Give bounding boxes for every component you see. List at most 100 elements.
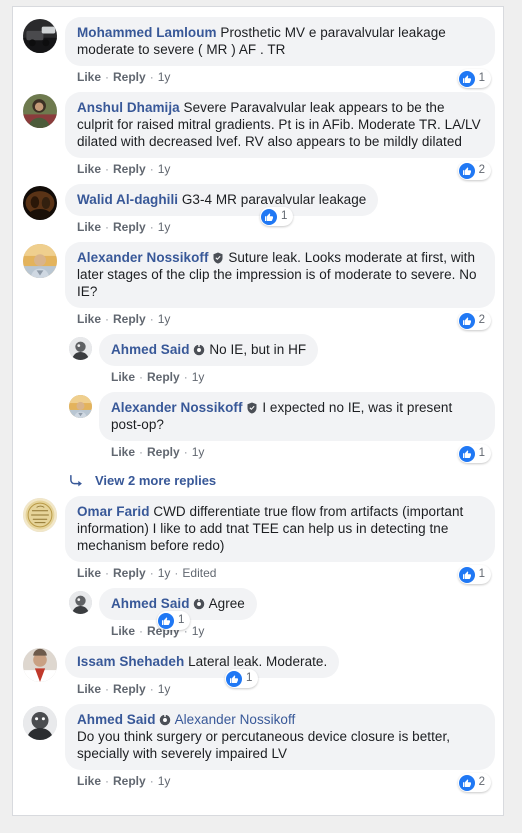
like-count-badge[interactable]: 2	[457, 311, 491, 330]
comment-author-link[interactable]: Ahmed Said	[111, 342, 190, 357]
comment-author-link[interactable]: Walid Al-daghili	[77, 192, 178, 207]
like-button[interactable]: Like	[77, 566, 101, 580]
comment-bubble: Issam Shehadeh Lateral leak. Moderate.	[65, 646, 340, 678]
action-separator: ·	[149, 220, 154, 234]
thumbs-up-icon	[458, 312, 475, 329]
reply-button[interactable]: Reply	[113, 220, 146, 234]
like-count-badge[interactable]: 1	[225, 669, 259, 688]
action-separator: ·	[149, 774, 154, 788]
action-separator: ·	[139, 624, 144, 638]
comment-timestamp[interactable]: 1y	[158, 774, 171, 788]
comment-timestamp[interactable]: 1y	[158, 70, 171, 84]
reply-button[interactable]: Reply	[113, 70, 146, 84]
comment-author-link[interactable]: Mohammed Lamloum	[77, 25, 217, 40]
like-button[interactable]: Like	[111, 370, 135, 384]
comment-mention-link[interactable]: Alexander Nossikoff	[175, 712, 296, 727]
ring-badge-icon	[193, 344, 205, 356]
ring-badge-icon	[159, 714, 171, 726]
like-count-badge[interactable]: 1	[457, 565, 491, 584]
comment-author-link[interactable]: Omar Farid	[77, 504, 150, 519]
comment-author-link[interactable]: Alexander Nossikoff	[77, 250, 209, 265]
reply-button[interactable]: Reply	[113, 162, 146, 176]
comment-author-link[interactable]: Issam Shehadeh	[77, 654, 184, 669]
like-button[interactable]: Like	[77, 312, 101, 326]
avatar[interactable]	[23, 244, 57, 278]
comment-c6: Alexander Nossikoff I expected no IE, wa…	[69, 392, 495, 465]
like-button[interactable]: Like	[77, 162, 101, 176]
comment-actions: Like · Reply · 1y	[65, 158, 495, 182]
action-separator: ·	[149, 682, 154, 696]
like-count-badge[interactable]: 2	[457, 161, 491, 180]
comment-timestamp[interactable]: 1y	[192, 445, 205, 459]
avatar[interactable]	[69, 337, 92, 360]
avatar[interactable]	[23, 648, 57, 682]
action-separator: ·	[183, 445, 188, 459]
like-count: 1	[246, 671, 253, 684]
view-more-replies[interactable]: View 2 more replies	[69, 467, 495, 496]
comment-timestamp[interactable]: 1y	[158, 162, 171, 176]
avatar[interactable]	[69, 395, 92, 418]
comment-author-link[interactable]: Ahmed Said	[77, 712, 156, 727]
comment-c8: Ahmed Said Agree Like · Reply · 1y 1	[69, 588, 495, 644]
comment-author-link[interactable]: Anshul Dhamija	[77, 100, 180, 115]
reply-button[interactable]: Reply	[113, 682, 146, 696]
thumbs-up-icon	[226, 670, 242, 687]
like-button[interactable]: Like	[111, 445, 135, 459]
comment-c4: Alexander Nossikoff Suture leak. Looks m…	[23, 242, 495, 332]
thumbs-up-icon	[261, 208, 277, 225]
comment-text: Alexander Nossikoff I expected no IE, wa…	[111, 400, 452, 432]
avatar[interactable]	[23, 19, 57, 53]
comment-timestamp[interactable]: 1y	[158, 682, 171, 696]
like-count: 2	[478, 163, 485, 176]
comment-list: Mohammed Lamloum Prosthetic MV e paraval…	[13, 7, 503, 804]
comment-timestamp[interactable]: 1y	[192, 370, 205, 384]
like-count-badge[interactable]: 1	[260, 207, 294, 226]
comment-c2: Anshul Dhamija Severe Paravalvular leak …	[23, 92, 495, 182]
like-count-badge[interactable]: 1	[157, 611, 191, 630]
thumbs-up-icon	[458, 70, 475, 87]
avatar[interactable]	[23, 186, 57, 220]
comment-actions: Like · Reply · 1y	[99, 366, 495, 390]
like-count-badge[interactable]: 1	[457, 69, 491, 88]
comment-timestamp[interactable]: 1y	[158, 220, 171, 234]
comment-body: Issam Shehadeh Lateral leak. Moderate. Li…	[65, 646, 495, 702]
comment-timestamp[interactable]: 1y	[158, 566, 171, 580]
reply-button[interactable]: Reply	[147, 445, 180, 459]
reply-button[interactable]: Reply	[113, 774, 146, 788]
like-count: 1	[478, 567, 485, 580]
like-count: 1	[478, 71, 485, 84]
action-separator: ·	[105, 566, 110, 580]
comment-text: Alexander Nossikoff Suture leak. Looks m…	[77, 250, 477, 299]
comment-text: Ahmed Said Alexander Nossikoff Do you thi…	[77, 712, 450, 761]
like-count-badge[interactable]: 1	[457, 444, 491, 463]
reply-button[interactable]: Reply	[113, 566, 146, 580]
comment-bubble: Ahmed Said Alexander Nossikoff Do you thi…	[65, 704, 495, 770]
avatar[interactable]	[23, 94, 57, 128]
comment-timestamp[interactable]: 1y	[158, 312, 171, 326]
action-separator: ·	[149, 312, 154, 326]
comment-timestamp[interactable]: 1y	[192, 624, 205, 638]
view-more-replies-label[interactable]: View 2 more replies	[95, 473, 216, 488]
comment-thread-card: Mohammed Lamloum Prosthetic MV e paraval…	[12, 6, 504, 816]
like-button[interactable]: Like	[111, 624, 135, 638]
like-count-badge[interactable]: 2	[457, 773, 491, 792]
avatar[interactable]	[23, 706, 57, 740]
comment-text: Mohammed Lamloum Prosthetic MV e paraval…	[77, 25, 446, 57]
reply-button[interactable]: Reply	[147, 370, 180, 384]
like-button[interactable]: Like	[77, 220, 101, 234]
avatar[interactable]	[69, 591, 92, 614]
thumbs-up-icon	[458, 566, 475, 583]
like-button[interactable]: Like	[77, 682, 101, 696]
comment-author-link[interactable]: Ahmed Said	[111, 596, 190, 611]
comment-author-link[interactable]: Alexander Nossikoff	[111, 400, 243, 415]
action-separator: ·	[174, 566, 179, 580]
avatar[interactable]	[23, 498, 57, 532]
like-button[interactable]: Like	[77, 774, 101, 788]
like-button[interactable]: Like	[77, 70, 101, 84]
comment-c5: Ahmed Said No IE, but in HF Like · Reply · 1y	[69, 334, 495, 390]
comment-c9: Issam Shehadeh Lateral leak. Moderate. Li…	[23, 646, 495, 702]
reply-button[interactable]: Reply	[113, 312, 146, 326]
comment-bubble: Alexander Nossikoff Suture leak. Looks m…	[65, 242, 495, 308]
comment-body: Mohammed Lamloum Prosthetic MV e paraval…	[65, 17, 495, 90]
action-separator: ·	[105, 162, 110, 176]
